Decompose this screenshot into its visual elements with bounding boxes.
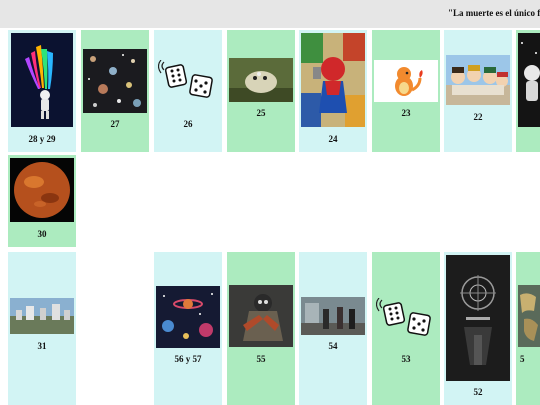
world-map-image [518, 285, 540, 347]
galaxy-planets-image [156, 286, 220, 348]
dice-icon [158, 60, 213, 98]
dark-poster-image [446, 255, 510, 381]
card-partial-right[interactable] [516, 30, 540, 152]
card-label: 53 [401, 354, 411, 364]
card-label: 55 [256, 354, 266, 364]
coraline-image [229, 285, 293, 347]
film-scene-image [301, 297, 365, 335]
astronaut-bw-image [518, 33, 540, 127]
creature-image [229, 58, 293, 102]
card-31[interactable]: 31 [8, 252, 76, 405]
card-label: 22 [473, 112, 483, 122]
card-55[interactable]: 55 [227, 252, 295, 405]
astronaut-rainbow-image [11, 33, 73, 127]
card-label: 54 [328, 341, 338, 351]
card-label: 23 [401, 108, 411, 118]
dice-icon [376, 298, 431, 336]
card-label: 52 [473, 387, 483, 397]
comic-heroes-image [301, 33, 365, 127]
card-23[interactable]: 23 [372, 30, 440, 152]
card-26[interactable]: 26 [154, 30, 222, 152]
card-28-29[interactable]: 28 y 29 [8, 30, 76, 152]
card-label: 31 [37, 341, 47, 351]
card-30[interactable]: 30 [8, 155, 76, 247]
card-53[interactable]: 53 [372, 252, 440, 405]
card-label: 25 [256, 108, 266, 118]
card-label: 30 [37, 229, 47, 239]
top-bar: "La muerte es el único fi [0, 0, 540, 28]
card-24[interactable]: 24 [299, 30, 367, 152]
red-planet-image [10, 158, 74, 222]
card-25[interactable]: 25 [227, 30, 295, 152]
card-partial-right-row3[interactable]: 5 [516, 252, 540, 405]
card-label: 24 [328, 134, 338, 144]
anime-group-image [446, 55, 510, 105]
card-27[interactable]: 27 [81, 30, 149, 152]
space-planets-image [83, 49, 147, 113]
card-label: 26 [183, 119, 193, 129]
card-label: 27 [110, 119, 120, 129]
card-label: 56 y 57 [174, 354, 202, 364]
card-52[interactable]: 52 [444, 252, 512, 405]
header-quote: "La muerte es el único fi [448, 8, 540, 18]
card-56-57[interactable]: 56 y 57 [154, 252, 222, 405]
charmander-image [374, 60, 438, 102]
card-label: 5 [520, 354, 525, 364]
card-label: 28 y 29 [28, 134, 56, 144]
city-landscape-image [10, 298, 74, 334]
card-54[interactable]: 54 [299, 252, 367, 405]
card-22[interactable]: 22 [444, 30, 512, 152]
